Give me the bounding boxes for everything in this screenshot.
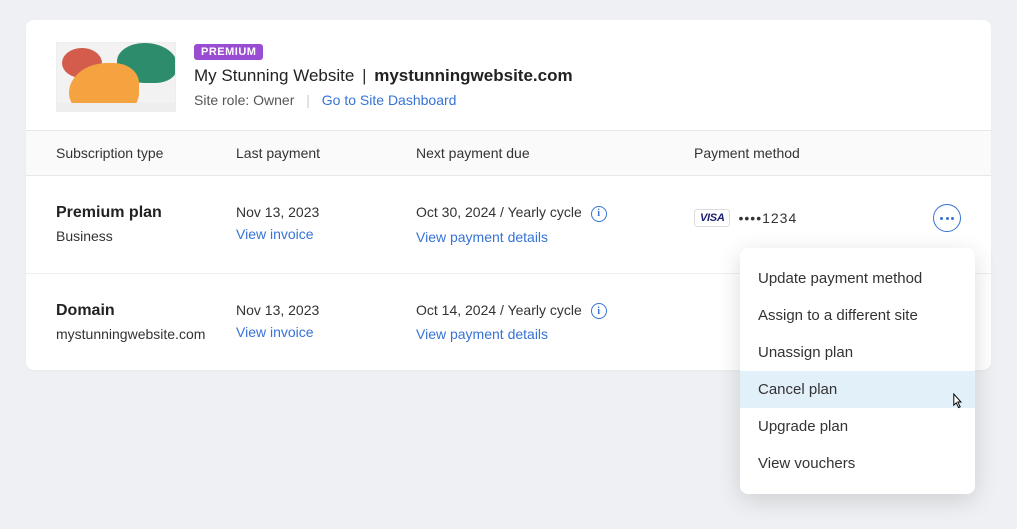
card-brand-badge: VISA	[694, 209, 730, 227]
plan-subtitle: mystunningwebsite.com	[56, 326, 211, 342]
menu-assign-site[interactable]: Assign to a different site	[740, 297, 975, 334]
site-thumbnail	[56, 42, 176, 112]
view-invoice-link[interactable]: View invoice	[236, 226, 314, 242]
view-invoice-link[interactable]: View invoice	[236, 324, 314, 340]
subscription-row: Premium plan Business Nov 13, 2023 View …	[26, 176, 991, 274]
premium-badge: PREMIUM	[194, 44, 263, 60]
dots-icon	[940, 217, 954, 220]
site-name: My Stunning Website	[194, 66, 354, 85]
view-payment-details-link[interactable]: View payment details	[416, 326, 548, 342]
col-last-payment: Last payment	[236, 145, 416, 161]
plan-title: Premium plan	[56, 204, 236, 222]
menu-update-payment[interactable]: Update payment method	[740, 260, 975, 297]
cursor-icon	[949, 392, 965, 412]
menu-upgrade-plan[interactable]: Upgrade plan	[740, 408, 975, 445]
site-role: Site role: Owner	[194, 92, 294, 108]
col-payment-method: Payment method	[694, 145, 961, 161]
last-payment-date: Nov 13, 2023	[236, 302, 416, 318]
more-actions-button[interactable]	[933, 204, 961, 232]
menu-view-vouchers[interactable]: View vouchers	[740, 445, 975, 482]
col-subscription: Subscription type	[56, 145, 236, 161]
menu-cancel-plan[interactable]: Cancel plan	[740, 371, 975, 408]
view-payment-details-link[interactable]: View payment details	[416, 229, 548, 245]
menu-unassign-plan[interactable]: Unassign plan	[740, 334, 975, 371]
info-icon[interactable]: i	[591, 303, 607, 319]
plan-title: Domain	[56, 302, 236, 320]
site-header: PREMIUM My Stunning Website | mystunning…	[26, 20, 991, 130]
dashboard-link[interactable]: Go to Site Dashboard	[322, 92, 457, 108]
last-payment-date: Nov 13, 2023	[236, 204, 416, 220]
card-last4: ••••1234	[738, 210, 797, 226]
actions-menu: Update payment method Assign to a differ…	[740, 248, 975, 494]
site-domain: mystunningwebsite.com	[374, 66, 572, 85]
site-title: My Stunning Website | mystunningwebsite.…	[194, 66, 573, 86]
info-icon[interactable]: i	[591, 206, 607, 222]
col-next-payment: Next payment due	[416, 145, 694, 161]
next-payment-text: Oct 14, 2024 / Yearly cycle	[416, 302, 582, 318]
subscriptions-card: PREMIUM My Stunning Website | mystunning…	[26, 20, 991, 370]
plan-subtitle: Business	[56, 228, 211, 244]
next-payment-text: Oct 30, 2024 / Yearly cycle	[416, 204, 582, 220]
table-header: Subscription type Last payment Next paym…	[26, 130, 991, 176]
